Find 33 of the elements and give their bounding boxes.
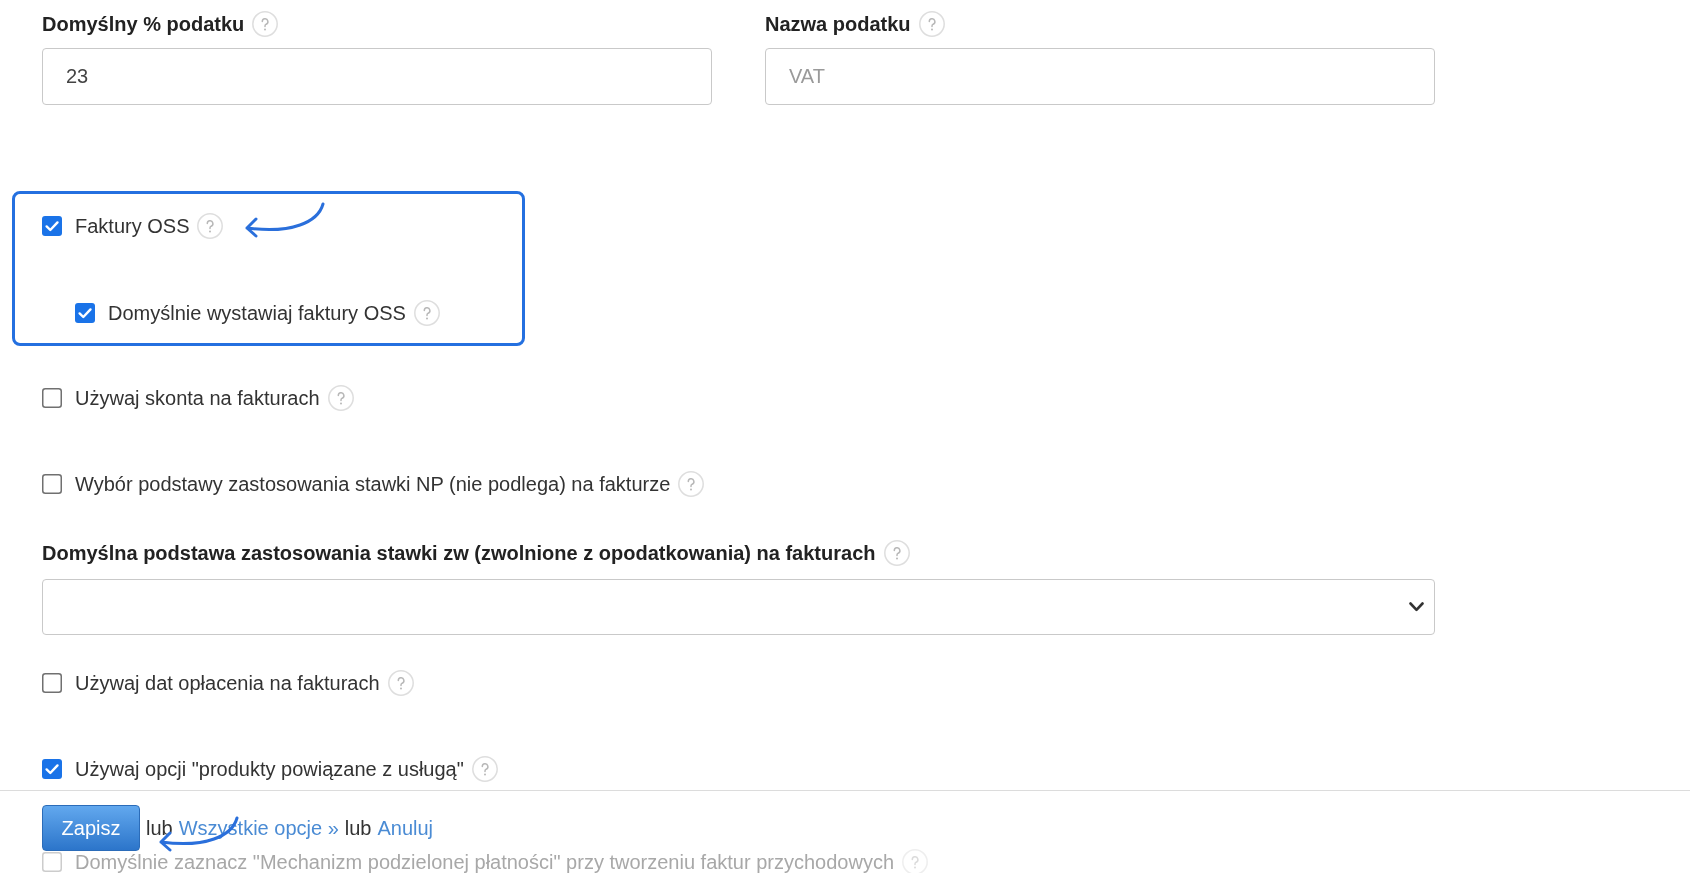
help-icon[interactable] — [471, 756, 498, 782]
chevron-down-icon — [1409, 602, 1424, 612]
field-label: Nazwa podatku — [765, 12, 911, 36]
checkbox-label: Używaj opcji "produkty powiązane z usługą" — [75, 757, 464, 781]
checkbox[interactable] — [42, 216, 62, 236]
help-icon[interactable] — [902, 849, 928, 873]
input-field[interactable]: VAT — [765, 48, 1435, 105]
field-label: Domyślna podstawa zastosowania stawki zw (zwolnione z opodatkowania) na fakturach — [42, 541, 876, 565]
checkbox[interactable] — [42, 474, 62, 494]
text-link[interactable]: Anuluj — [377, 816, 434, 840]
help-icon[interactable] — [413, 300, 440, 326]
checkbox[interactable] — [42, 673, 62, 693]
checkbox-label: Wybór podstawy zastosowania stawki NP (nie podlega) na fakturze — [75, 472, 671, 496]
dropdown-field[interactable] — [42, 579, 1435, 635]
help-icon[interactable] — [252, 11, 279, 37]
help-icon[interactable] — [387, 670, 414, 696]
help-icon[interactable] — [883, 540, 910, 566]
help-icon[interactable] — [678, 471, 705, 497]
checkbox-label: Domyślnie wystawiaj faktury OSS — [108, 301, 406, 325]
or-text: lub — [344, 816, 372, 840]
checkbox[interactable] — [75, 303, 95, 323]
input-field[interactable]: 23 — [42, 48, 712, 105]
save-button[interactable]: Zapisz — [42, 805, 140, 851]
checkbox-label: Używaj skonta na fakturach — [75, 386, 320, 410]
checkbox[interactable] — [42, 388, 62, 408]
checkbox-label: Domyślnie zaznacz "Mechanizm podzielonej płatności" przy tworzeniu faktur przychodowych — [75, 852, 894, 872]
field-label: Domyślny % podatku — [42, 12, 245, 36]
checkbox[interactable] — [42, 759, 62, 779]
checkbox-label: Używaj dat opłacenia na fakturach — [75, 671, 380, 695]
help-icon[interactable] — [327, 385, 354, 411]
help-icon[interactable] — [918, 11, 945, 37]
help-icon[interactable] — [197, 213, 224, 239]
checkbox-label: Faktury OSS — [75, 214, 190, 238]
